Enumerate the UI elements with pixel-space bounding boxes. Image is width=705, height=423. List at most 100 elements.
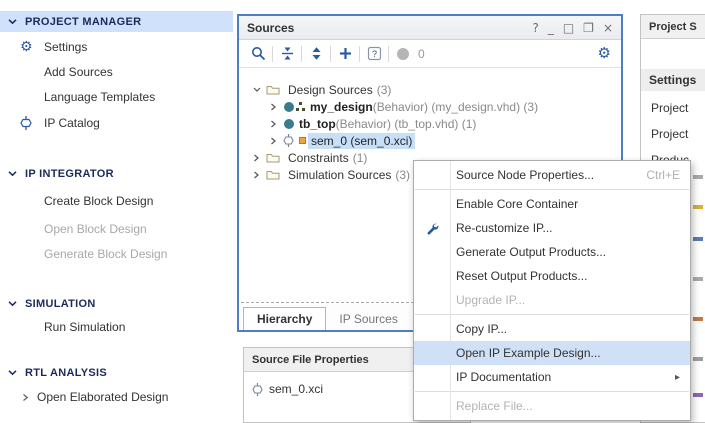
menu-item-reset-output-products[interactable]: Reset Output Products... [414,264,690,288]
sidebar-item-label: Generate Block Design [44,247,167,261]
menu-item-label: Copy IP... [456,322,507,336]
chevron-right-icon[interactable] [270,120,278,128]
tree-row-my-design[interactable]: my_design (Behavior) (my_design.vhd) (3) [239,98,621,115]
menu-item-label: Replace File... [456,399,533,413]
tree-row-design-sources[interactable]: Design Sources (3) [239,81,621,98]
menu-item-label: Source Node Properties... [456,168,594,182]
tree-row-tb-top[interactable]: tb_top (Behavior) (tb_top.vhd) (1) [239,115,621,132]
tree-row-sem-0[interactable]: sem_0 (sem_0.xci) [239,132,621,149]
menu-item-label: Enable Core Container [456,197,578,211]
menu-item-ip-documentation[interactable]: IP Documentation ▸ [414,365,690,389]
sidebar-item-label: Create Block Design [44,194,153,208]
close-icon[interactable]: × [603,22,613,34]
sidebar-section-rtl-analysis[interactable]: RTL ANALYSIS [0,362,233,383]
menu-shortcut: Ctrl+E [646,168,680,182]
submenu-arrow-icon: ▸ [675,372,680,383]
help-badge-icon[interactable]: ? [363,43,385,65]
sidebar-item-label: IP Catalog [44,116,100,130]
sources-titlebar[interactable]: Sources ? _ □ ❐ × [239,16,621,40]
menu-item-label: Upgrade IP... [456,293,525,307]
messages-badge-icon[interactable] [392,43,414,65]
settings-gear-icon[interactable]: ⚙ [598,46,621,61]
sidebar-item-label: Settings [44,40,87,54]
sidebar-item-settings[interactable]: ⚙ Settings [0,37,233,57]
clipped-content-fragment [693,205,703,209]
ip-core-icon [20,116,44,130]
menu-item-enable-core-container[interactable]: Enable Core Container [414,192,690,216]
menu-item-replace-file: Replace File... [414,394,690,418]
summary-row: Project [641,125,705,143]
tab-hierarchy[interactable]: Hierarchy [243,307,326,330]
clipped-content-fragment [693,237,703,241]
sidebar-item-label: Language Templates [44,90,155,104]
chevron-right-icon[interactable] [253,171,261,179]
sidebar-section-project-manager[interactable]: PROJECT MANAGER [0,11,233,32]
sidebar-item-add-sources[interactable]: Add Sources [0,62,233,82]
chevron-down-icon[interactable] [253,86,261,93]
float-icon[interactable]: ❐ [583,22,594,34]
tree-item-name: my_design [310,100,373,114]
chevron-down-icon [8,369,17,376]
menu-item-generate-output-products[interactable]: Generate Output Products... [414,240,690,264]
expand-all-icon[interactable] [305,43,327,65]
tree-item-name: tb_top [299,117,336,131]
tree-item-count: (3) [377,83,392,97]
menu-item-label: Reset Output Products... [456,269,587,283]
sidebar-item-language-templates[interactable]: Language Templates [0,87,233,107]
module-icon [283,118,295,130]
ip-core-icon [283,134,294,147]
menu-item-upgrade-ip: Upgrade IP... [414,288,690,312]
toolbar-separator [359,46,360,62]
clipped-content-fragment [693,317,703,321]
menu-item-copy-ip[interactable]: Copy IP... [414,317,690,341]
folder-icon [266,152,280,163]
help-icon[interactable]: ? [532,22,538,34]
tab-ip-sources[interactable]: IP Sources [326,308,410,330]
sidebar-item-open-elaborated-design[interactable]: Open Elaborated Design [0,387,233,407]
source-context-menu: Source Node Properties... Ctrl+E Enable … [413,160,691,421]
panel-title: Sources [239,21,294,35]
sources-toolbar: ? 0 ⚙ [239,40,621,68]
chevron-right-icon[interactable] [270,103,278,111]
menu-item-label: Open IP Example Design... [456,346,601,360]
file-name: sem_0.xci [269,382,323,396]
menu-item-label: IP Documentation [456,370,551,384]
sidebar-item-label: Open Block Design [44,222,147,236]
minimize-icon[interactable]: _ [548,22,554,34]
maximize-icon[interactable]: □ [563,22,574,34]
wrench-icon [425,221,439,235]
collapse-all-icon[interactable] [276,43,298,65]
ip-core-icon [252,383,263,396]
svg-text:?: ? [371,49,376,59]
tree-item-label: Constraints [288,151,349,165]
sidebar-section-label: RTL ANALYSIS [25,367,107,379]
menu-item-open-ip-example-design[interactable]: Open IP Example Design... [414,341,690,365]
toolbar-separator [272,46,273,62]
chevron-right-icon[interactable] [253,154,261,162]
chevron-down-icon [8,300,17,307]
tree-item-name-selected[interactable]: sem_0 (sem_0.xci) [308,133,415,149]
sidebar-section-simulation[interactable]: SIMULATION [0,293,233,314]
sidebar-item-run-simulation[interactable]: Run Simulation [0,317,233,337]
menu-item-source-node-properties[interactable]: Source Node Properties... Ctrl+E [414,163,690,187]
add-sources-icon[interactable] [334,43,356,65]
sidebar-section-label: PROJECT MANAGER [25,16,141,28]
menu-separator [415,314,689,315]
folder-icon [266,84,280,95]
sidebar-item-label: Add Sources [44,65,113,79]
toolbar-separator [330,46,331,62]
sidebar-section-label: SIMULATION [25,298,96,310]
search-icon[interactable] [247,43,269,65]
summary-settings-header[interactable]: Settings [641,69,705,91]
module-hierarchy-icon [283,101,306,113]
chevron-down-icon [8,170,17,177]
vivado-window: PROJECT MANAGER ⚙ Settings Add Sources L… [0,0,705,423]
sidebar-item-label: Open Elaborated Design [37,390,168,404]
menu-item-recustomize-ip[interactable]: Re-customize IP... [414,216,690,240]
sidebar-item-ip-catalog[interactable]: IP Catalog [0,113,233,133]
sidebar-section-ip-integrator[interactable]: IP INTEGRATOR [0,163,233,184]
ip-status-square [299,137,306,144]
panel-title: Project S [641,15,705,39]
chevron-right-icon[interactable] [270,137,278,145]
sidebar-item-create-block-design[interactable]: Create Block Design [0,191,233,211]
